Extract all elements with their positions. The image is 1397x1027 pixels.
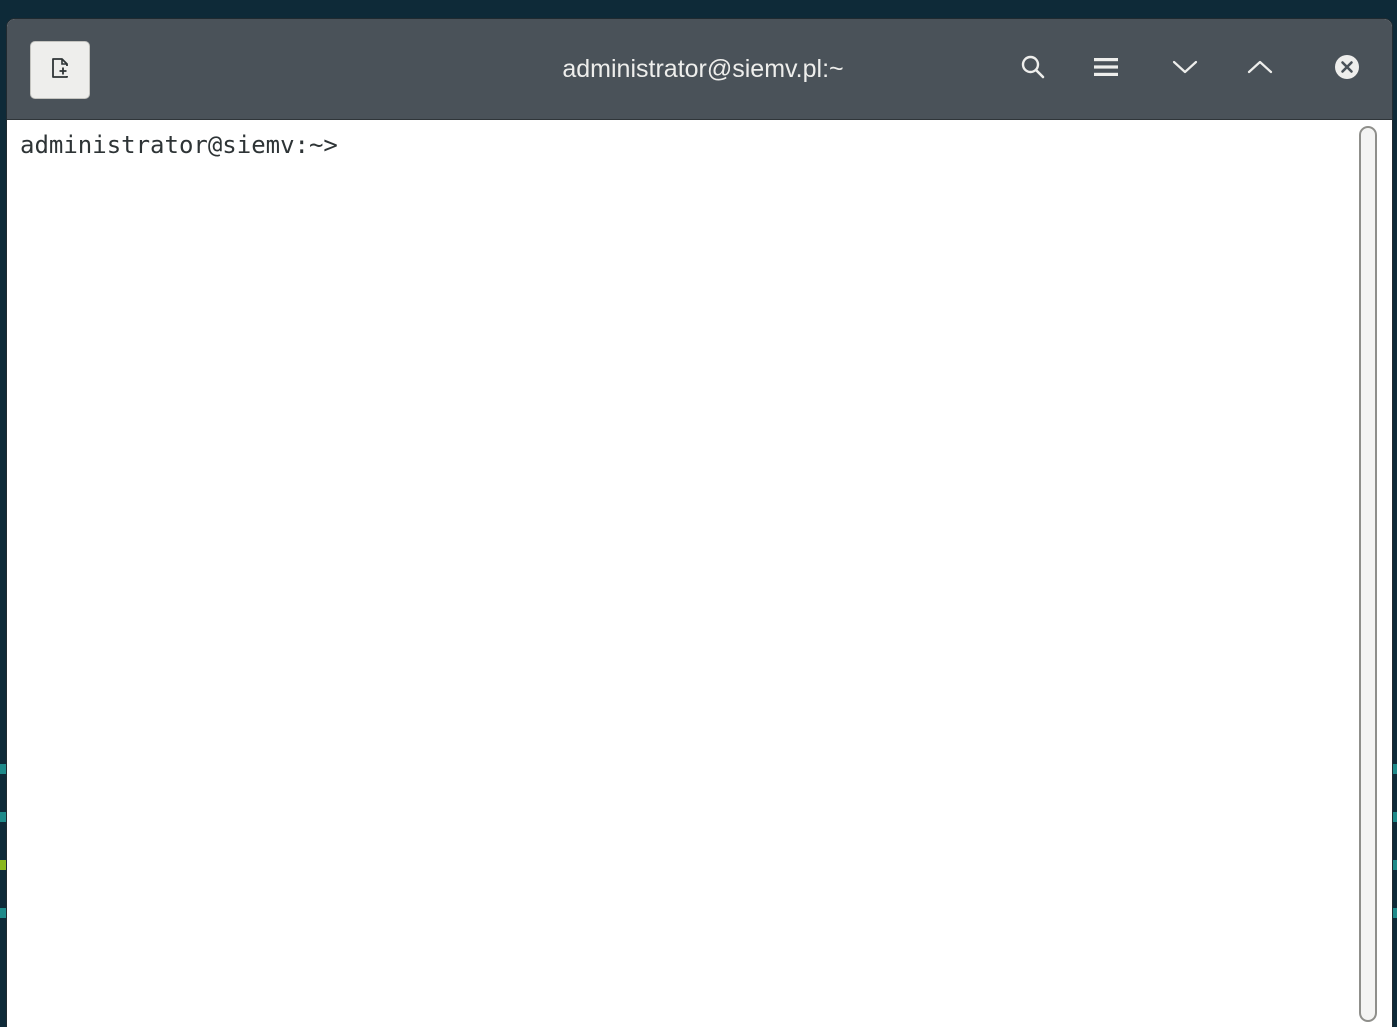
headerbar[interactable]: administrator@siemv.pl:~ [7, 19, 1392, 120]
search-button[interactable] [1015, 51, 1051, 87]
scrollbar[interactable] [1359, 126, 1377, 1022]
maximize-icon [1246, 53, 1274, 85]
desktop-stripe [0, 764, 7, 774]
desktop-background: administrator@siemv.pl:~ administrator@s… [0, 0, 1397, 1027]
terminal-area[interactable]: administrator@siemv:~> [7, 120, 1392, 1027]
desktop-stripe [0, 860, 7, 870]
desktop-stripe [1392, 860, 1397, 870]
terminal-prompt: administrator@siemv:~> [20, 131, 338, 159]
hamburger-menu-icon [1092, 53, 1120, 85]
maximize-button[interactable] [1242, 51, 1278, 87]
close-icon [1333, 53, 1361, 85]
window-title: administrator@siemv.pl:~ [562, 55, 844, 83]
search-icon [1019, 53, 1047, 85]
minimize-button[interactable] [1167, 51, 1203, 87]
desktop-stripe [0, 812, 7, 822]
terminal-window: administrator@siemv.pl:~ administrator@s… [7, 19, 1392, 1027]
menu-button[interactable] [1088, 51, 1124, 87]
close-button[interactable] [1329, 51, 1365, 87]
desktop-stripe [1392, 812, 1397, 822]
new-tab-icon [49, 57, 71, 83]
new-tab-button[interactable] [30, 41, 90, 99]
desktop-stripe [1392, 764, 1397, 774]
desktop-stripe [0, 908, 7, 918]
desktop-stripe [1392, 908, 1397, 918]
minimize-icon [1171, 53, 1199, 85]
